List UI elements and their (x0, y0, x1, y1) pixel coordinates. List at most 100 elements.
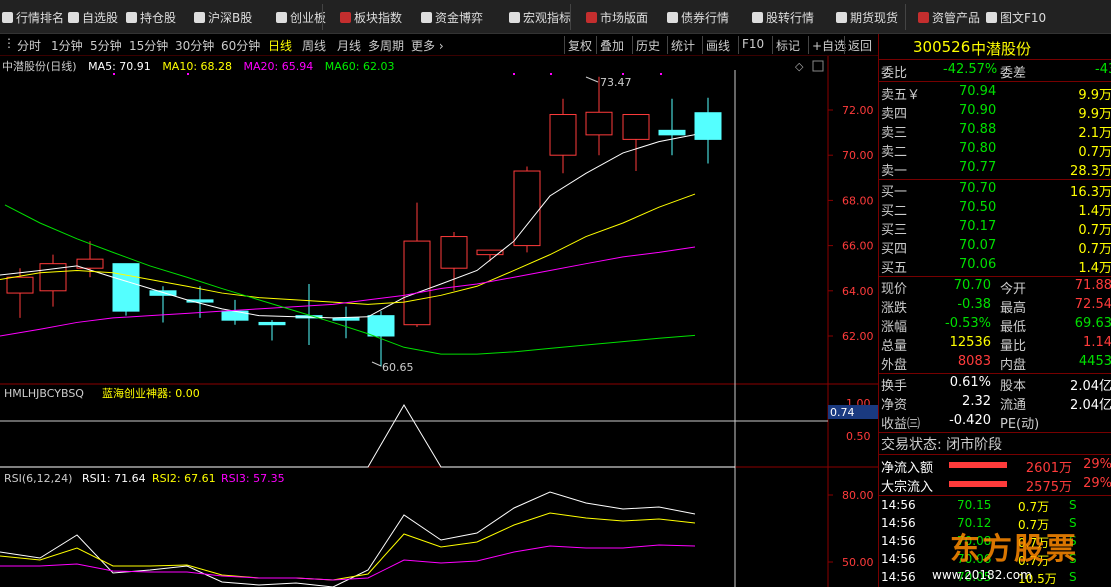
nav-label: 创业板 (290, 10, 327, 25)
nav-futures[interactable]: 期货现货 (836, 0, 898, 34)
tool-divider (596, 36, 597, 54)
bid-volume: 16.3万 (1070, 185, 1111, 200)
weicha-label: 委差 (1000, 66, 1027, 81)
price-tick-label: 72.00 (842, 104, 874, 117)
ask-label: 卖三 (881, 126, 908, 141)
flow-bar (949, 481, 1007, 487)
watermark-text: 东方股票 (950, 532, 1078, 567)
fin-row: 换手 0.61% 股本 2.04亿 (879, 374, 1111, 394)
rsi-axis-label: 50.00 (842, 556, 874, 569)
period-tab-7[interactable]: 周线 (302, 37, 326, 54)
tool-button-5[interactable]: F10 (742, 37, 764, 51)
rsi3-line (0, 544, 696, 581)
stat-value: 8083 (957, 354, 991, 369)
period-tab-8[interactable]: 月线 (337, 37, 361, 54)
ma20-line (0, 246, 696, 337)
divider (879, 59, 1111, 60)
price-tick-label: 68.00 (842, 194, 874, 207)
nav-label: 资金博弈 (435, 10, 484, 25)
tool-button-2[interactable]: 历史 (636, 37, 660, 54)
nav-b-share[interactable]: 沪深B股 (194, 0, 252, 34)
current-value-label: 0.74 (830, 406, 855, 419)
flow-pct: 29% (1083, 476, 1111, 491)
stat-label: 外盘 (881, 358, 908, 373)
stock-code: 300526 (913, 38, 971, 56)
period-tab-2[interactable]: 5分钟 (90, 37, 122, 54)
divider (879, 454, 1111, 455)
stat-row: 涨幅 -0.53% 最低 69.63 (879, 315, 1111, 335)
stat-label: 涨幅 (881, 320, 908, 335)
stat-value: 72.54 (1074, 297, 1111, 312)
candle-body (622, 114, 650, 140)
fin-value: 2.04亿 (1070, 398, 1111, 413)
nav-asset-mgmt[interactable]: 资管产品 (918, 0, 980, 34)
ask-volume: 28.3万 (1070, 164, 1111, 179)
candle-body (658, 129, 686, 136)
stat-row: 涨跌 -0.38 最高 72.54 (879, 296, 1111, 316)
tool-button-6[interactable]: 标记 (776, 37, 800, 54)
period-tab-1[interactable]: 1分钟 (51, 37, 83, 54)
macro-icon (509, 11, 520, 23)
watchlist-icon (68, 11, 79, 23)
candle-body (549, 114, 577, 156)
nav-label: 债券行情 (681, 10, 730, 25)
ma20-value: MA20: 65.94 (243, 60, 314, 73)
flow-row: 净流入额 2601万 29% (879, 456, 1111, 476)
nav-macro[interactable]: 宏观指标 (509, 0, 571, 34)
nav-f10[interactable]: 图文F10 (986, 0, 1046, 34)
candle-body (149, 290, 177, 296)
weibi-row: 委比 -42.57%委差 -43 (879, 61, 1111, 81)
nav-neeq[interactable]: 股转行情 (752, 0, 814, 34)
ask-label: 卖五￥ (881, 88, 921, 103)
nav-bond[interactable]: 债券行情 (667, 0, 729, 34)
period-tab-9[interactable]: 多周期 (368, 37, 404, 54)
bid-row: 买一 70.70 16.3万 (879, 180, 1111, 200)
fin-label: 净资 (881, 398, 908, 413)
tool-divider (632, 36, 633, 54)
candle-body (440, 236, 468, 269)
nav-ranking[interactable]: 行情排名 (2, 0, 64, 34)
nav-watchlist[interactable]: 自选股 (68, 0, 118, 34)
ask-price: 70.80 (959, 141, 997, 156)
candle-body (367, 315, 395, 337)
tool-divider (738, 36, 739, 54)
tool-button-3[interactable]: 统计 (671, 37, 695, 54)
grip-icon: ⋮ (3, 36, 15, 50)
stat-label: 现价 (881, 282, 908, 297)
ask-row: 卖四 70.90 9.9万 (879, 102, 1111, 122)
nav-market-layout[interactable]: 市场版面 (586, 0, 648, 34)
period-tab-5[interactable]: 60分钟 (221, 37, 260, 54)
tool-button-4[interactable]: 画线 (706, 37, 730, 54)
f10-icon (986, 11, 997, 23)
nav-holdings[interactable]: 持仓股 (126, 0, 176, 34)
period-tab-6[interactable]: 日线 (268, 37, 292, 54)
nav-gem-board[interactable]: 创业板 (276, 0, 326, 34)
divider (879, 81, 1111, 82)
stat-label: 内盘 (1000, 358, 1027, 373)
ask-volume: 9.9万 (1078, 107, 1111, 122)
tool-button-8[interactable]: 返回 (848, 37, 872, 54)
flow-row: 大宗流入 2575万 29% (879, 475, 1111, 495)
tick-volume: 0.7万 (1018, 500, 1050, 514)
kline-chart[interactable]: 72.00 70.00 68.00 66.00 64.00 62.00 73.47 60.65… (0, 56, 878, 587)
period-tab-4[interactable]: 30分钟 (175, 37, 214, 54)
nav-sector-index[interactable]: 板块指数 (340, 0, 402, 34)
fin-label: 股本 (1000, 379, 1027, 394)
nav-label: 图文F10 (1000, 10, 1047, 25)
period-tab-10[interactable]: 更多 › (411, 37, 444, 54)
tool-button-1[interactable]: 叠加 (600, 37, 624, 54)
nav-capital[interactable]: 资金博弈 (421, 0, 483, 34)
bid-volume: 0.7万 (1078, 223, 1111, 238)
tool-button-7[interactable]: +自选 (812, 37, 846, 54)
period-tab-0[interactable]: 分时 (17, 37, 41, 54)
ma60-value: MA60: 62.03 (324, 60, 395, 73)
bid-price: 70.50 (959, 200, 997, 215)
nav-label: 行情排名 (16, 10, 65, 25)
nav-label: 股转行情 (766, 10, 815, 25)
top-navigation-bar: 行情排名 自选股 持仓股 沪深B股 创业板 板块指数 资金博弈 宏观指标 市场版面 债券行情 股转行… (0, 0, 1111, 34)
price-tick-label: 62.00 (842, 330, 874, 343)
indicator-line (0, 404, 735, 468)
period-tab-3[interactable]: 15分钟 (129, 37, 168, 54)
tool-button-0[interactable]: 复权 (568, 37, 592, 54)
capital-icon (421, 11, 432, 23)
